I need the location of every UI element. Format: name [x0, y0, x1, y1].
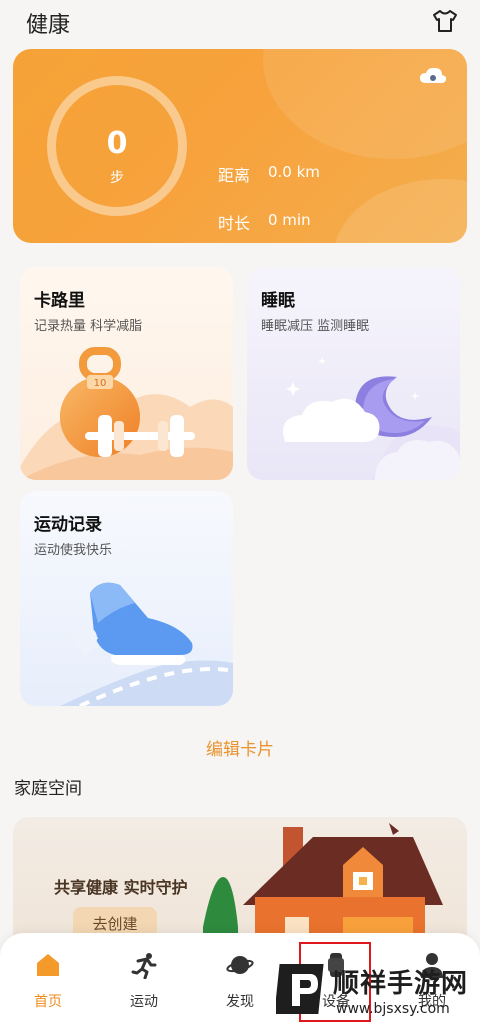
sleep-card-subtitle: 睡眠减压 监测睡眠 [261, 319, 370, 334]
nav-label-home: 首页 [34, 994, 62, 1010]
running-icon [131, 953, 157, 979]
nav-label-exercise: 运动 [130, 994, 158, 1010]
step-summary-card[interactable]: 0 步 距离 0.0 km 时长 0 min [13, 49, 467, 243]
sleep-card-title: 睡眠 [261, 291, 295, 311]
running-shoe-illustration [60, 582, 233, 706]
edit-cards-link[interactable]: 编辑卡片 [0, 735, 480, 760]
planet-icon [226, 956, 254, 974]
exercise-record-card[interactable]: 运动记录 运动使我快乐 [20, 491, 233, 706]
tshirt-icon[interactable] [432, 9, 458, 33]
decor-blob [333, 179, 467, 243]
kettlebell-number: 10 [94, 378, 107, 389]
nav-item-exercise[interactable]: 运动 [96, 933, 192, 1025]
family-space-title: 家庭空间 [14, 779, 82, 799]
calorie-card-title: 卡路里 [34, 291, 85, 311]
exercise-card-title: 运动记录 [34, 515, 102, 535]
step-unit: 步 [110, 170, 124, 186]
nav-label-discover: 发现 [226, 994, 254, 1010]
distance-label: 距离 [218, 166, 251, 185]
app-header: 健康 [0, 0, 480, 44]
calorie-card[interactable]: 卡路里 记录热量 科学减脂 10 [20, 267, 233, 480]
kettlebell-dumbbell-illustration: 10 [20, 347, 233, 480]
family-slogan: 共享健康 实时守护 [54, 878, 188, 897]
calorie-card-subtitle: 记录热量 科学减脂 [34, 319, 143, 334]
sleep-card[interactable]: 睡眠 睡眠减压 监测睡眠 [247, 267, 460, 480]
exercise-card-subtitle: 运动使我快乐 [34, 543, 113, 558]
cloud-weather-icon[interactable] [418, 65, 448, 87]
duration-value: 0 min [268, 211, 311, 229]
watermark-logo-icon [276, 964, 324, 1014]
moon-cloud-illustration [283, 357, 460, 480]
distance-value: 0.0 km [268, 163, 320, 181]
nav-item-discover[interactable]: 发现 [192, 933, 288, 1025]
nav-item-home[interactable]: 首页 [0, 933, 96, 1025]
page-title: 健康 [26, 13, 71, 38]
watermark-text: 顺祥手游网 [333, 969, 469, 999]
home-icon [37, 954, 59, 976]
watermark-url: www.bjsxsy.com [336, 1001, 450, 1017]
duration-label: 时长 [218, 214, 251, 233]
step-count: 0 [106, 126, 128, 161]
